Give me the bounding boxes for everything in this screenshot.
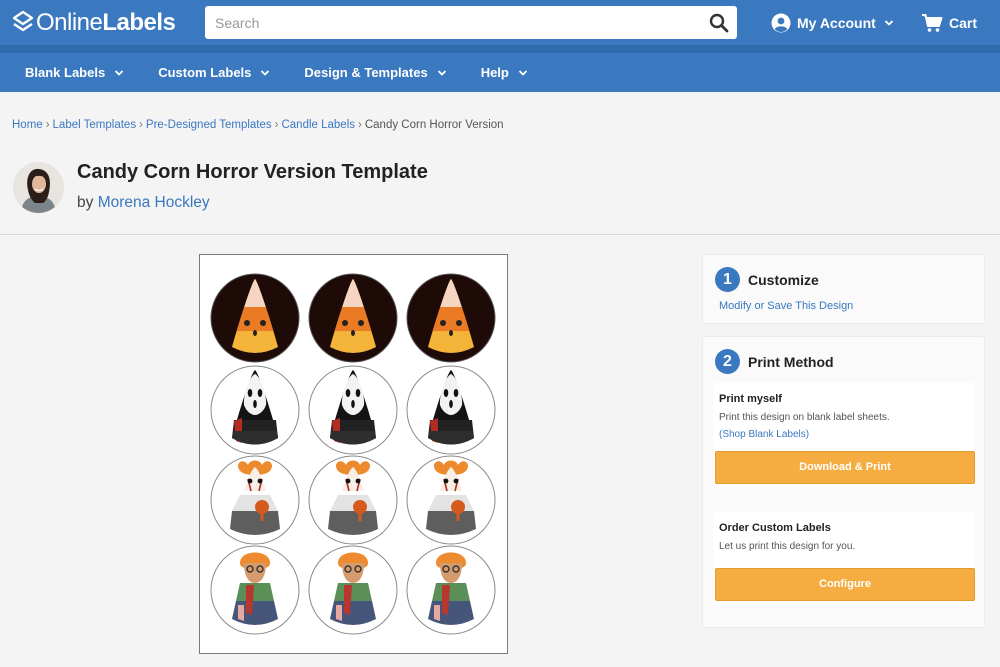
chevron-down-icon [261,69,270,76]
my-account-label: My Account [797,15,876,31]
byline: by Morena Hockley [77,194,210,211]
logo-text: OnlineLabels [36,9,176,36]
label-ghostface-3 [406,365,496,455]
chevron-down-icon [437,69,446,76]
breadcrumb: Home › Label Templates › Pre-Designed Templa… [12,119,504,131]
page-title: Candy Corn Horror Version Template [77,161,428,183]
print-myself-panel: Print myself Print this design on blank … [713,383,975,487]
label-ghostface-2 [308,365,398,455]
label-classic-2 [308,273,398,363]
order-custom-panel: Order Custom Labels Let us print this de… [713,512,975,604]
order-custom-text: Let us print this design for you. [719,541,856,552]
step-number-1: 1 [715,267,740,292]
print-method-title: Print Method [748,354,834,370]
customize-card: 1 Customize Modify or Save This Design [702,254,985,324]
chevron-down-icon [884,20,893,26]
order-custom-title: Order Custom Labels [719,522,831,534]
cart-label: Cart [949,15,978,31]
chevron-down-icon [518,69,527,76]
shop-blank-labels-link[interactable]: (Shop Blank Labels) [719,429,809,440]
search-icon[interactable] [709,13,729,33]
label-clown-3 [406,455,496,545]
label-ghostface-1 [210,365,300,455]
nav-design-templates[interactable]: Design & Templates [304,65,446,80]
site-logo[interactable]: OnlineLabels [12,9,176,37]
label-classic-3 [406,273,496,363]
breadcrumb-pre-designed-templates[interactable]: Pre-Designed Templates [146,119,272,131]
nav-help[interactable]: Help [481,65,528,80]
print-method-card: 2 Print Method Print myself Print this d… [702,336,985,628]
user-icon [771,13,791,33]
my-account-menu[interactable]: My Account [771,11,894,35]
chevron-down-icon [115,69,124,76]
label-clown-1 [210,455,300,545]
nav-blank-labels[interactable]: Blank Labels [25,65,124,80]
breadcrumb-current: Candy Corn Horror Version [364,119,504,131]
label-killer-1 [210,545,300,635]
author-avatar[interactable] [13,162,64,213]
divider [0,234,1000,235]
cart-link[interactable]: Cart [921,11,977,35]
print-myself-title: Print myself [719,393,782,405]
nav-custom-labels[interactable]: Custom Labels [158,65,270,80]
label-sheet-preview[interactable] [199,254,508,654]
breadcrumb-label-templates[interactable]: Label Templates [53,119,137,131]
author-link[interactable]: Morena Hockley [98,194,210,211]
search-box [205,6,737,39]
avatar-image [13,162,64,213]
logo-icon [12,10,34,32]
download-print-button[interactable]: Download & Print [715,451,975,484]
step-number-2: 2 [715,349,740,374]
breadcrumb-home[interactable]: Home [12,119,43,131]
label-clown-2 [308,455,398,545]
main-nav: Blank Labels Custom Labels Design & Temp… [0,45,1000,92]
modify-design-link[interactable]: Modify or Save This Design [719,300,853,312]
print-myself-text: Print this design on blank label sheets. [719,412,890,423]
search-input[interactable] [205,6,685,39]
breadcrumb-candle-labels[interactable]: Candle Labels [281,119,355,131]
label-killer-2 [308,545,398,635]
customize-title: Customize [748,272,819,288]
label-killer-3 [406,545,496,635]
cart-icon [922,14,943,32]
label-classic-1 [210,273,300,363]
configure-button[interactable]: Configure [715,568,975,601]
top-bar: OnlineLabels My Account Cart [0,0,1000,45]
